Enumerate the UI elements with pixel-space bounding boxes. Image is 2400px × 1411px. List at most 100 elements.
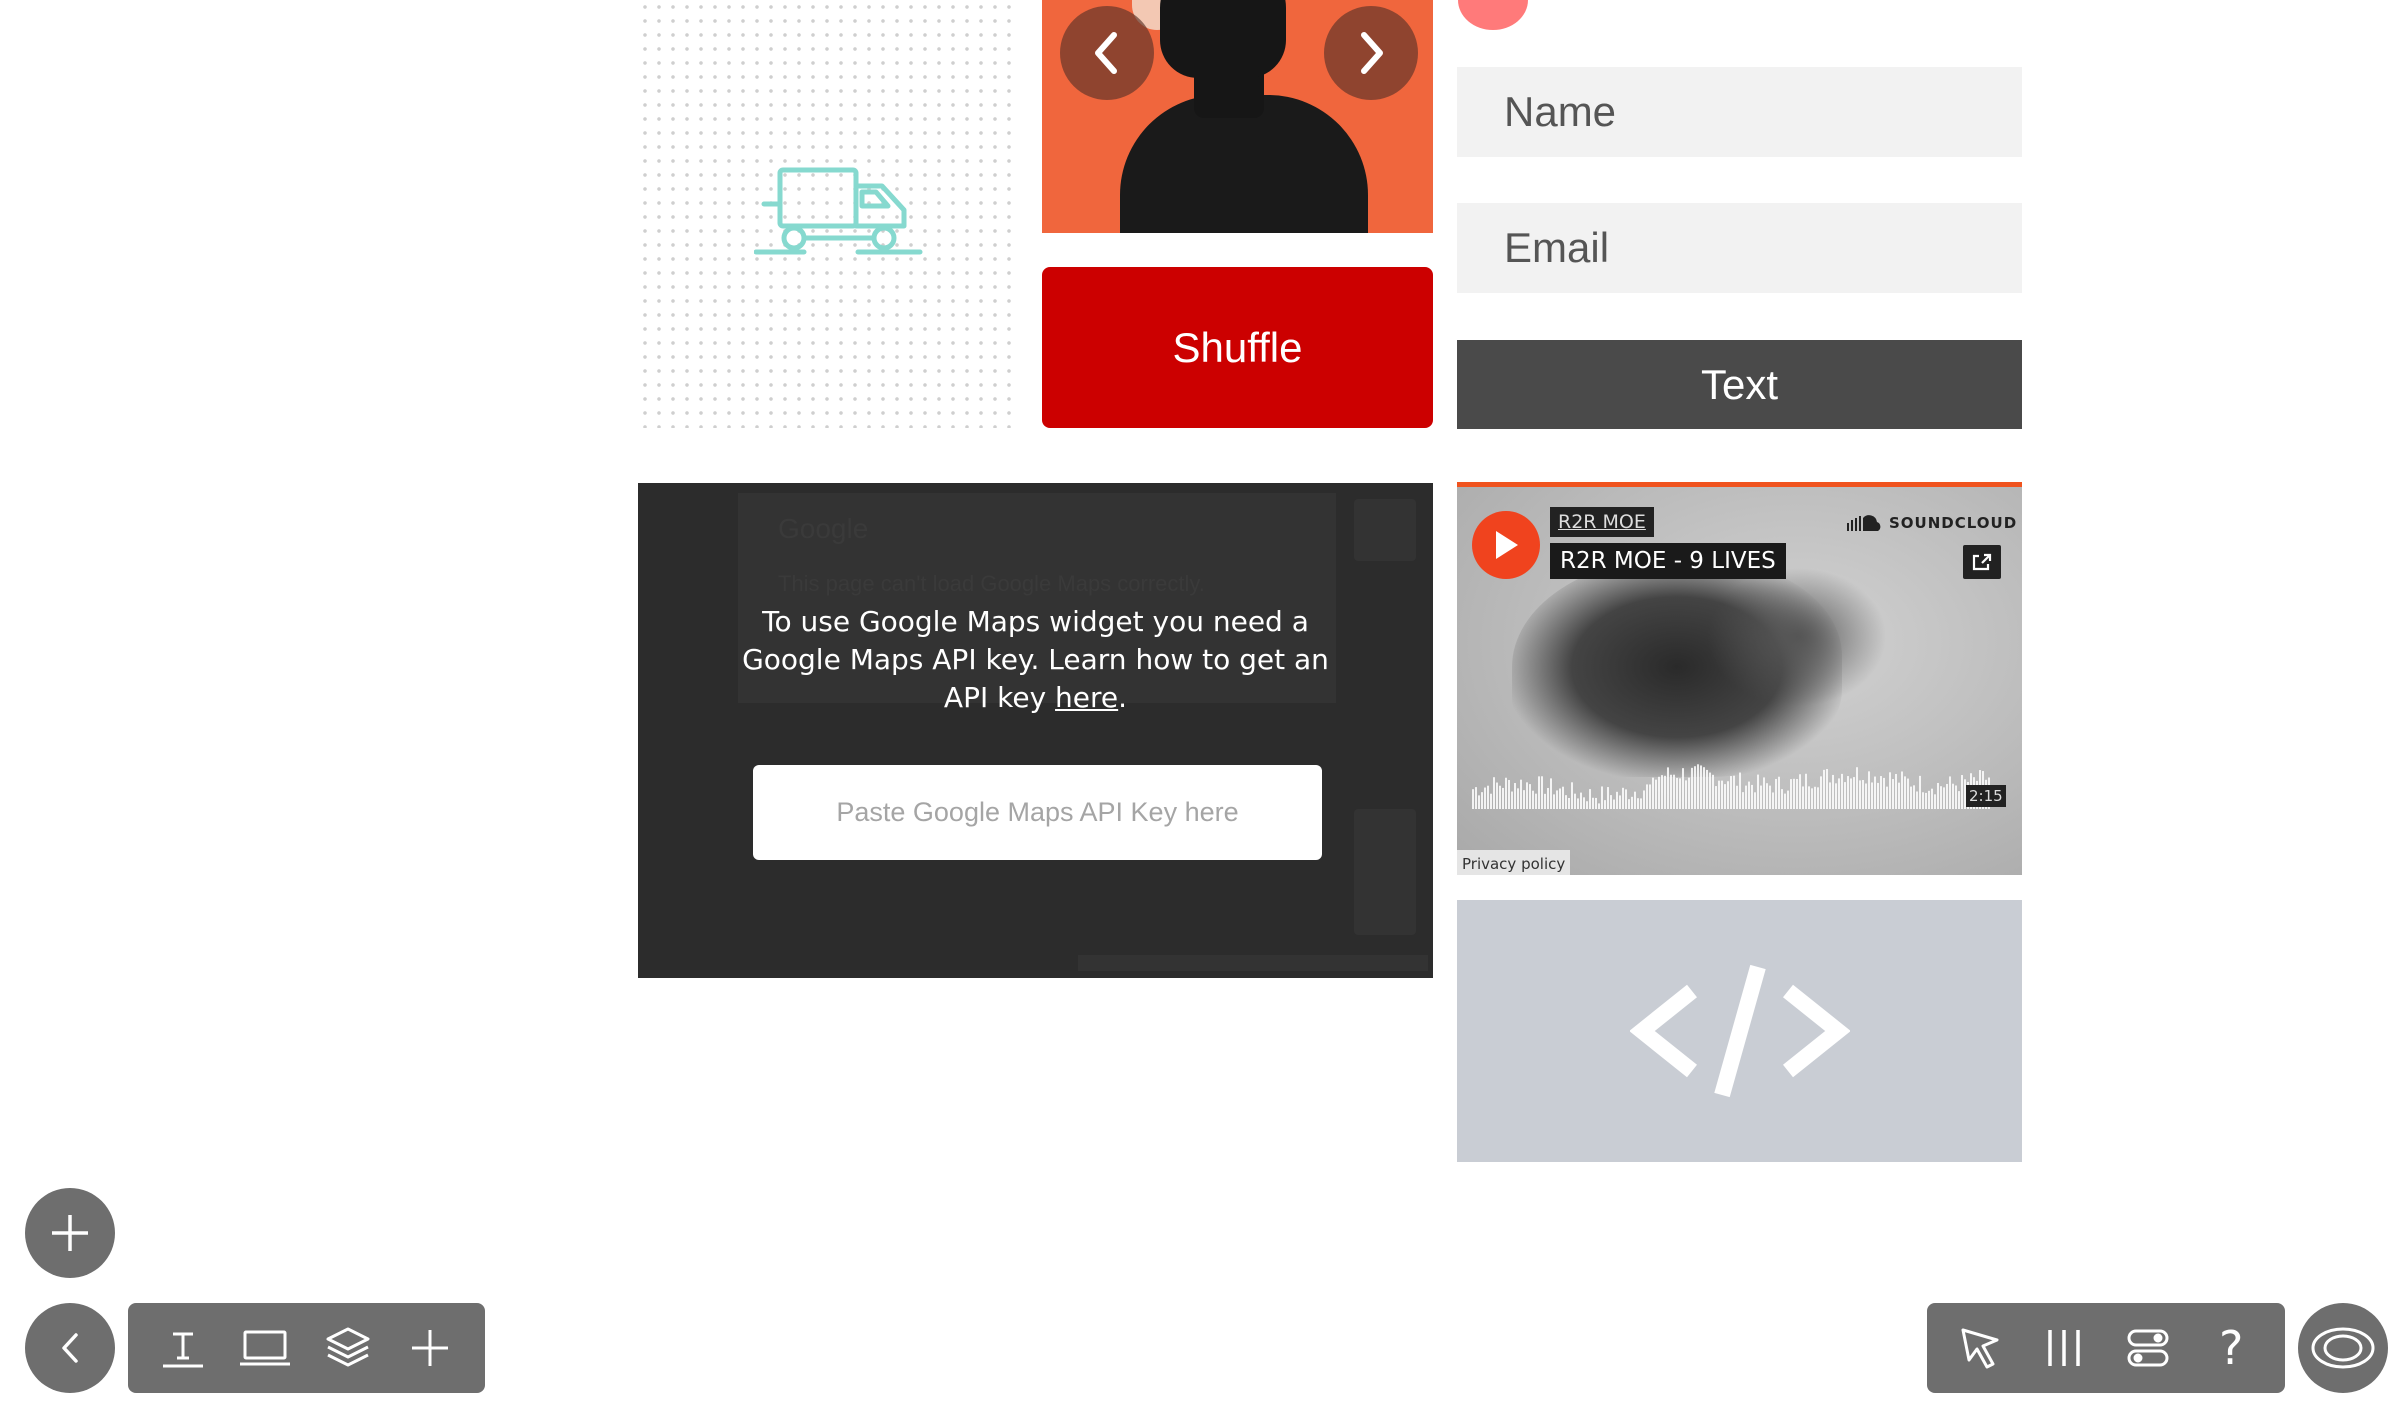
waveform-bar [1493,777,1495,809]
slider-next-button[interactable] [1324,6,1418,100]
waveform-bar [1622,787,1624,809]
play-icon [1496,531,1518,559]
waveform-bar [1634,791,1636,809]
waveform-bar [1487,785,1489,809]
google-maps-widget: Google This page can't load Google Maps … [638,483,1433,978]
waveform-bar [1793,778,1795,809]
preview-button[interactable] [2298,1303,2388,1393]
text-tool-button[interactable] [153,1318,213,1378]
privacy-policy-link[interactable]: Privacy policy [1457,850,1571,875]
waveform-bar [1703,767,1705,809]
shuffle-button[interactable]: Shuffle [1042,267,1433,428]
device-preview-button[interactable] [235,1318,295,1378]
device-icon [240,1330,291,1366]
waveform-bar [1949,776,1951,809]
back-button[interactable] [25,1303,115,1393]
waveform-bar [1847,776,1849,809]
waveform-bar [1541,776,1543,809]
waveform-bar [1760,785,1762,809]
waveform-bar [1610,795,1612,809]
maps-fullscreen-button [1354,499,1416,561]
waveform-bar [1772,792,1774,809]
share-button[interactable] [1963,545,2001,579]
waveform-bar [1946,783,1948,809]
waveform-bar [1742,792,1744,809]
soundcloud-user-link[interactable]: R2R MOE [1550,507,1654,537]
waveform-bar [1604,800,1606,809]
waveform-bar [1748,781,1750,809]
waveform-bar [1694,766,1696,809]
waveform-bar [1850,778,1852,809]
waveform-bar [1556,790,1558,809]
play-button[interactable] [1472,511,1540,579]
waveform-bar [1751,784,1753,809]
waveform-bar [1592,797,1594,809]
add-button[interactable] [400,1318,460,1378]
waveform-bar [1700,765,1702,809]
waveform-bar [1589,789,1591,809]
soundcloud-track-title[interactable]: R2R MOE - 9 LIVES [1550,543,1786,579]
waveform-bar [1586,801,1588,809]
waveform-bar [1553,794,1555,809]
waveform-bar [1817,787,1819,809]
soundcloud-icon [1847,515,1881,531]
slider-prev-button[interactable] [1060,6,1154,100]
maps-message-end: . [1118,681,1128,714]
waveform-bar [1913,785,1915,809]
waveform-bar [1769,785,1771,809]
toggles-icon [2127,1329,2169,1367]
waveform-bar [1922,792,1924,809]
waveform-bar [1625,789,1627,809]
delivery-widget [638,0,1013,428]
email-field[interactable] [1457,203,2022,293]
text-tool-icon [163,1332,204,1368]
waveform-bar [1580,792,1582,809]
waveform-bar [1766,783,1768,809]
add-element-button[interactable] [25,1188,115,1278]
maps-api-key-input[interactable] [753,765,1322,860]
select-tool-button[interactable] [1951,1318,2011,1378]
waveform-bar [1781,789,1783,809]
waveform-bar [1883,777,1885,809]
editor-toolbar-left [128,1303,485,1393]
waveform-bar [1739,772,1741,809]
waveform-bar [1808,786,1810,809]
maps-ghost-title: Google [778,513,869,544]
help-icon: ? [2219,1321,2244,1375]
waveform-bar [1928,790,1930,809]
waveform-bar [1820,776,1822,809]
waveform-bar [1718,780,1720,809]
help-button[interactable]: ? [2201,1318,2261,1378]
waveform-bar [1508,780,1510,809]
waveform-bar [1754,792,1756,809]
waveform-bar [1682,768,1684,809]
layers-button[interactable] [318,1318,378,1378]
waveform-bar [1496,782,1498,809]
waveform-bar [1730,776,1732,809]
waveform-bar [1523,790,1525,809]
name-field[interactable] [1457,67,2022,157]
settings-button[interactable] [2118,1318,2178,1378]
track-duration: 2:15 [1966,785,2006,807]
soundcloud-logo[interactable]: SOUNDCLOUD [1847,514,2017,532]
submit-button[interactable]: Text [1457,340,2022,429]
waveform-bar [1547,787,1549,809]
waveform-bar [1955,785,1957,809]
waveform-bar [1532,790,1534,809]
waveform-bar [1961,775,1963,809]
waveform-bar [1511,791,1513,809]
waveform-bar [1688,777,1690,809]
waveform-bar [1628,799,1630,809]
maps-help-link[interactable]: here [1055,681,1118,714]
columns-button[interactable] [2034,1318,2094,1378]
waveform-bar [1505,777,1507,809]
waveform-bar [1736,785,1738,809]
waveform[interactable] [1472,757,1992,809]
waveform-bar [1784,793,1786,809]
waveform-bar [1544,793,1546,809]
waveform-bar [1859,780,1861,809]
waveform-bar [1838,778,1840,809]
waveform-bar [1562,786,1564,809]
eye-icon [2311,1327,2375,1369]
waveform-bar [1517,788,1519,809]
